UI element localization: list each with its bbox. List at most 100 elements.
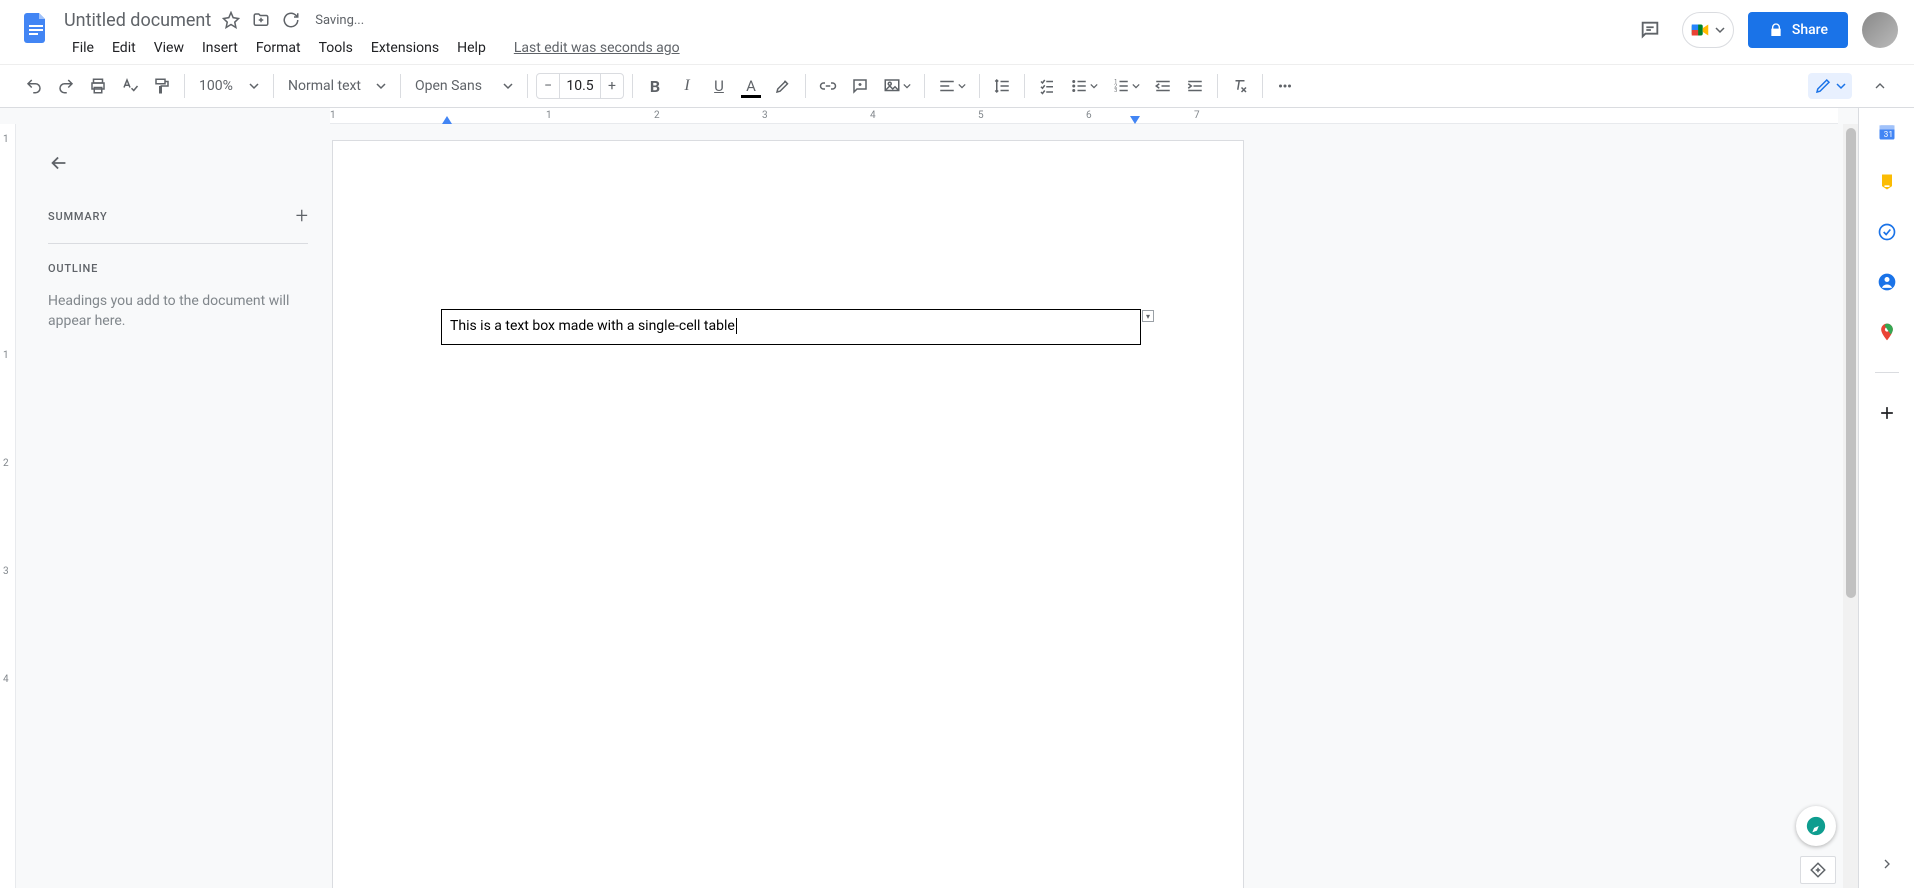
close-outline-button[interactable] — [48, 152, 76, 180]
menu-edit[interactable]: Edit — [104, 36, 144, 60]
svg-text:31: 31 — [1883, 130, 1892, 140]
paragraph-style-select[interactable]: Normal text — [282, 72, 392, 100]
svg-text:3: 3 — [1114, 88, 1117, 94]
indent-increase-button[interactable] — [1181, 72, 1209, 100]
menu-tools[interactable]: Tools — [311, 36, 361, 60]
table-options-handle[interactable]: ▾ — [1142, 310, 1154, 322]
caret-down-icon — [503, 81, 513, 91]
hide-side-panel-button[interactable] — [1871, 848, 1903, 880]
last-edit-link[interactable]: Last edit was seconds ago — [506, 36, 688, 60]
star-icon[interactable] — [221, 10, 241, 30]
ruler-tick: 5 — [978, 110, 984, 121]
caret-down-icon — [1836, 81, 1846, 91]
bulleted-list-button[interactable] — [1065, 72, 1103, 100]
insert-comment-button[interactable] — [846, 72, 874, 100]
scrollbar-thumb[interactable] — [1846, 128, 1856, 598]
vertical-ruler[interactable]: 1 1 2 3 4 — [0, 124, 16, 888]
font-size-input[interactable]: 10.5 — [560, 73, 600, 99]
more-tools-button[interactable] — [1271, 72, 1299, 100]
menu-insert[interactable]: Insert — [194, 36, 246, 60]
document-title[interactable]: Untitled document — [64, 10, 211, 31]
explore-icon — [1805, 815, 1827, 837]
editing-mode-button[interactable] — [1808, 73, 1852, 99]
add-summary-button[interactable]: + — [296, 204, 308, 229]
show-live-edits-button[interactable] — [1800, 856, 1836, 884]
workspace: 1 1 2 3 4 5 6 7 1 1 2 3 4 SUMMARY + OUTL… — [0, 108, 1858, 888]
print-button[interactable] — [84, 72, 112, 100]
explore-fab[interactable] — [1796, 806, 1836, 846]
ruler-tick: 7 — [1194, 110, 1200, 121]
underline-button[interactable]: U — [705, 72, 733, 100]
ruler-tick: 2 — [654, 110, 660, 121]
diamond-plus-icon — [1809, 861, 1827, 879]
bold-button[interactable]: B — [641, 72, 669, 100]
vertical-scrollbar[interactable] — [1843, 124, 1858, 888]
menu-format[interactable]: Format — [248, 36, 309, 60]
menu-view[interactable]: View — [146, 36, 192, 60]
caret-down-icon — [249, 81, 259, 91]
paint-format-button[interactable] — [148, 72, 176, 100]
insert-link-button[interactable] — [814, 72, 842, 100]
menu-extensions[interactable]: Extensions — [363, 36, 447, 60]
text-color-button[interactable]: A — [737, 72, 765, 100]
share-label: Share — [1792, 22, 1828, 38]
ruler-tick: 1 — [3, 134, 9, 145]
caret-down-icon — [376, 81, 386, 91]
redo-button[interactable] — [52, 72, 80, 100]
document-area[interactable]: ▾ This is a text box made with a single-… — [330, 124, 1858, 888]
document-page[interactable]: ▾ This is a text box made with a single-… — [332, 140, 1244, 888]
caret-down-icon — [958, 82, 966, 90]
font-size-decrease-button[interactable]: − — [536, 73, 560, 99]
horizontal-ruler[interactable]: 1 1 2 3 4 5 6 7 — [330, 108, 1838, 124]
ruler-tick: 4 — [870, 110, 876, 121]
numbered-list-button[interactable]: 123 — [1107, 72, 1145, 100]
contacts-app-icon[interactable] — [1877, 272, 1897, 292]
indent-decrease-button[interactable] — [1149, 72, 1177, 100]
cloud-sync-icon — [281, 10, 301, 30]
cell-text: This is a text box made with a single-ce… — [450, 318, 735, 334]
share-button[interactable]: Share — [1748, 12, 1848, 48]
clear-formatting-button[interactable] — [1226, 72, 1254, 100]
meet-button[interactable] — [1682, 12, 1734, 48]
checklist-button[interactable] — [1033, 72, 1061, 100]
undo-button[interactable] — [20, 72, 48, 100]
font-family-select[interactable]: Open Sans — [409, 72, 519, 100]
table-cell[interactable]: This is a text box made with a single-ce… — [442, 310, 1140, 344]
tasks-app-icon[interactable] — [1877, 222, 1897, 242]
caret-down-icon — [1715, 25, 1725, 35]
insert-image-button[interactable] — [878, 72, 916, 100]
outline-heading: OUTLINE — [48, 262, 310, 275]
highlight-button[interactable] — [769, 72, 797, 100]
text-cursor — [736, 318, 737, 334]
left-indent-marker[interactable] — [442, 116, 452, 124]
zoom-select[interactable]: 100% — [193, 72, 265, 100]
align-button[interactable] — [933, 72, 971, 100]
outline-panel: SUMMARY + OUTLINE Headings you add to th… — [16, 124, 330, 888]
right-indent-marker[interactable] — [1130, 116, 1140, 124]
font-size-increase-button[interactable]: + — [600, 73, 624, 99]
caret-down-icon — [903, 82, 911, 90]
single-cell-table[interactable]: ▾ This is a text box made with a single-… — [441, 309, 1141, 345]
comment-history-button[interactable] — [1632, 12, 1668, 48]
summary-heading: SUMMARY — [48, 210, 107, 223]
menu-file[interactable]: File — [64, 36, 102, 60]
ruler-tick: 1 — [330, 110, 336, 121]
lock-icon — [1768, 22, 1784, 38]
spellcheck-button[interactable] — [116, 72, 144, 100]
maps-app-icon[interactable] — [1877, 322, 1897, 342]
menu-bar: File Edit View Insert Format Tools Exten… — [64, 36, 688, 60]
ruler-tick: 4 — [3, 674, 9, 685]
italic-button[interactable]: I — [673, 72, 701, 100]
meet-icon — [1689, 19, 1711, 41]
docs-logo[interactable] — [16, 8, 56, 48]
account-avatar[interactable] — [1862, 12, 1898, 48]
ruler-tick: 3 — [762, 110, 768, 121]
menu-help[interactable]: Help — [449, 36, 494, 60]
hide-menus-button[interactable] — [1866, 72, 1894, 100]
side-panel: 31 — [1858, 108, 1914, 888]
move-icon[interactable] — [251, 10, 271, 30]
line-spacing-button[interactable] — [988, 72, 1016, 100]
get-addons-button[interactable] — [1877, 403, 1897, 423]
calendar-app-icon[interactable]: 31 — [1877, 122, 1897, 142]
keep-app-icon[interactable] — [1877, 172, 1897, 192]
